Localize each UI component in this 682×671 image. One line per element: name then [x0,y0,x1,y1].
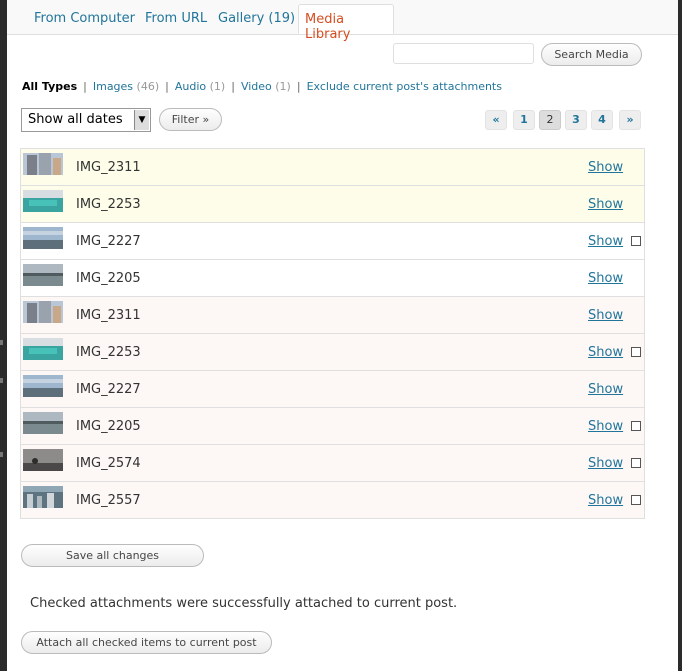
media-thumbnail [23,227,63,249]
images-count: (46) [136,80,160,93]
show-link[interactable]: Show [588,197,623,212]
media-row: IMG_2227 Show [21,223,644,260]
search-media-button[interactable]: Search Media [541,43,642,66]
media-filename: IMG_2227 [76,234,141,249]
success-message: Checked attachments were successfully at… [30,596,458,611]
media-thumbnail [23,153,63,175]
chevron-down-icon: ▼ [134,110,149,130]
show-link[interactable]: Show [588,234,623,249]
show-link[interactable]: Show [588,456,623,471]
page-button-4[interactable]: 4 [591,110,613,130]
media-thumbnail [23,449,63,471]
tab-from-url[interactable]: From URL [145,11,207,26]
search-input[interactable] [393,43,534,64]
media-thumbnail [23,338,63,360]
media-row: IMG_2311 Show [21,149,644,186]
separator: | [83,80,87,93]
show-link[interactable]: Show [588,160,623,175]
media-filename: IMG_2253 [76,345,141,360]
separator: | [231,80,235,93]
media-filename: IMG_2205 [76,419,141,434]
attach-checkbox[interactable] [631,458,641,468]
media-filename: IMG_2227 [76,382,141,397]
tab-media-library[interactable]: Media Library [298,4,394,42]
attach-checkbox[interactable] [631,236,641,246]
media-row: IMG_2574 Show [21,445,644,482]
show-link[interactable]: Show [588,345,623,360]
show-link[interactable]: Show [588,308,623,323]
media-row: IMG_2227 Show [21,371,644,408]
media-filename: IMG_2574 [76,456,141,471]
date-select-value: Show all dates [28,112,123,127]
media-thumbnail [23,412,63,434]
tab-from-computer[interactable]: From Computer [34,11,135,26]
save-all-changes-button[interactable]: Save all changes [21,544,204,567]
media-row: IMG_2253 Show [21,186,644,223]
media-filename: IMG_2311 [76,160,141,175]
tab-gallery[interactable]: Gallery (19) [218,11,295,26]
media-row: IMG_2253 Show [21,334,644,371]
tab-media-library-label: Media Library [305,12,351,42]
attach-checkbox[interactable] [631,495,641,505]
separator: | [296,80,301,93]
edge-mark [0,452,3,457]
filter-video[interactable]: Video [241,80,272,93]
show-link[interactable]: Show [588,419,623,434]
media-row: IMG_2205 Show [21,408,644,445]
media-filename: IMG_2557 [76,493,141,508]
separator: | [165,80,169,93]
edge-mark [0,340,3,345]
filter-all-types[interactable]: All Types [22,80,77,93]
type-filters: All Types | Images (46) | Audio (1) | Video (1… [22,80,502,93]
filter-button[interactable]: Filter » [159,108,222,131]
page-button-1[interactable]: 1 [513,110,535,130]
media-filename: IMG_2311 [76,308,141,323]
attach-checkbox[interactable] [631,421,641,431]
media-filename: IMG_2205 [76,271,141,286]
media-thumbnail [23,264,63,286]
date-select[interactable]: Show all dates ▼ [21,108,151,132]
media-row: IMG_2205 Show [21,260,644,297]
media-thumbnail [23,375,63,397]
attach-all-checked-button[interactable]: Attach all checked items to current post [21,631,272,654]
media-thumbnail [23,486,63,508]
filter-images[interactable]: Images [93,80,133,93]
media-thumbnail [23,190,63,212]
filter-audio[interactable]: Audio [175,80,206,93]
video-count: (1) [275,80,291,93]
attach-checkbox[interactable] [631,347,641,357]
page-button-3[interactable]: 3 [565,110,587,130]
page-next-button[interactable]: » [619,110,641,130]
media-row: IMG_2311 Show [21,297,644,334]
media-filename: IMG_2253 [76,197,141,212]
media-items-list: IMG_2311 Show IMG_2253 Show IMG_2227 Show IMG_… [20,148,645,519]
media-row: IMG_2557 Show [21,482,644,519]
page-button-current: 2 [539,110,561,130]
edge-mark [0,378,3,383]
page-prev-button[interactable]: « [485,110,507,130]
media-thumbnail [23,301,63,323]
media-upload-panel: From Computer From URL Gallery (19) Medi… [7,0,678,671]
show-link[interactable]: Show [588,493,623,508]
audio-count: (1) [209,80,226,93]
show-link[interactable]: Show [588,271,623,286]
show-link[interactable]: Show [588,382,623,397]
filter-exclude-current[interactable]: Exclude current post's attachments [307,80,502,93]
media-tabs: From Computer From URL Gallery (19) Medi… [7,0,678,42]
